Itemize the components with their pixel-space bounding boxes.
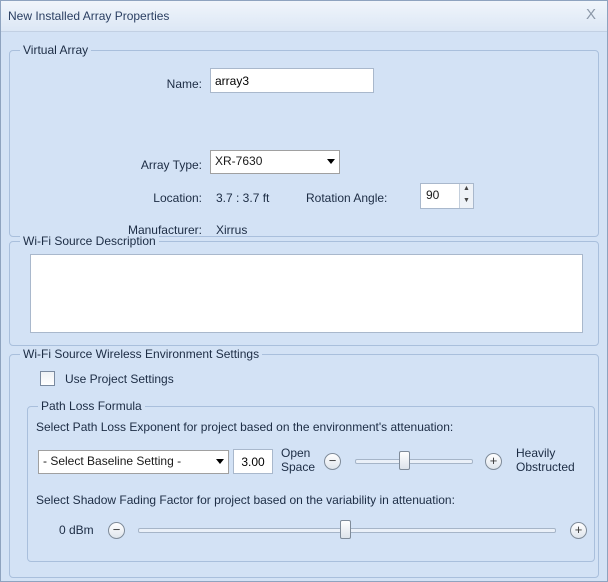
close-icon[interactable]: X — [581, 5, 601, 25]
chevron-down-icon — [327, 159, 335, 164]
open-space-label-1: Open — [281, 446, 311, 460]
shadow-prompt: Select Shadow Fading Factor for project … — [36, 493, 455, 507]
exponent-input[interactable] — [233, 449, 273, 474]
baseline-value: - Select Baseline Setting - — [43, 454, 182, 468]
heavily-obstructed-label-2: Obstructed — [516, 460, 575, 474]
rotation-angle-spinner[interactable]: 90 ▲ ▼ — [420, 183, 474, 209]
exponent-plus-icon[interactable]: + — [485, 453, 502, 470]
array-type-select[interactable]: XR-7630 — [210, 150, 340, 174]
array-type-value: XR-7630 — [215, 154, 263, 168]
shadow-value: 0 dBm — [59, 523, 94, 537]
name-label: Name: — [166, 77, 202, 91]
chevron-down-icon — [216, 459, 224, 464]
title-bar: New Installed Array Properties X — [1, 1, 607, 32]
location-value: 3.7 : 3.7 ft — [216, 191, 270, 205]
shadow-slider-thumb[interactable] — [340, 520, 351, 539]
rotation-angle-value: 90 — [426, 188, 440, 202]
rotation-angle-label: Rotation Angle: — [306, 191, 388, 205]
spin-up-icon[interactable]: ▲ — [460, 184, 473, 196]
open-space-label-2: Space — [281, 460, 316, 474]
path-loss-legend: Path Loss Formula — [38, 399, 145, 413]
spin-down-icon[interactable]: ▼ — [460, 196, 473, 208]
heavily-obstructed-label-1: Heavily — [516, 446, 556, 460]
manufacturer-value: Xirrus — [216, 223, 248, 237]
use-project-settings-label: Use Project Settings — [65, 372, 174, 386]
location-label: Location: — [153, 191, 202, 205]
dialog-body: Virtual Array Name: Array Type: XR-7630 … — [1, 32, 607, 581]
baseline-select[interactable]: - Select Baseline Setting - — [38, 450, 229, 474]
spinner-buttons: ▲ ▼ — [459, 184, 473, 208]
use-project-settings-checkbox[interactable] — [40, 371, 55, 386]
description-legend: Wi-Fi Source Description — [20, 234, 159, 248]
virtual-array-legend: Virtual Array — [20, 43, 92, 57]
environment-group: Wi-Fi Source Wireless Environment Settin… — [9, 347, 599, 578]
exponent-minus-icon[interactable]: − — [324, 453, 341, 470]
exponent-slider-track[interactable] — [355, 459, 473, 464]
exponent-slider-thumb[interactable] — [399, 451, 410, 470]
environment-legend: Wi-Fi Source Wireless Environment Settin… — [20, 347, 263, 361]
array-type-label: Array Type: — [140, 158, 202, 172]
name-input[interactable] — [210, 68, 374, 93]
virtual-array-group: Virtual Array Name: Array Type: XR-7630 … — [9, 43, 599, 237]
shadow-plus-icon[interactable]: + — [570, 522, 587, 539]
path-loss-group: Path Loss Formula Select Path Loss Expon… — [27, 399, 595, 562]
description-group: Wi-Fi Source Description — [9, 234, 599, 346]
exponent-prompt: Select Path Loss Exponent for project ba… — [36, 420, 454, 434]
shadow-minus-icon[interactable]: − — [108, 522, 125, 539]
dialog-title: New Installed Array Properties — [8, 9, 170, 23]
description-textarea[interactable] — [30, 254, 583, 333]
properties-dialog: New Installed Array Properties X Virtual… — [0, 0, 608, 582]
